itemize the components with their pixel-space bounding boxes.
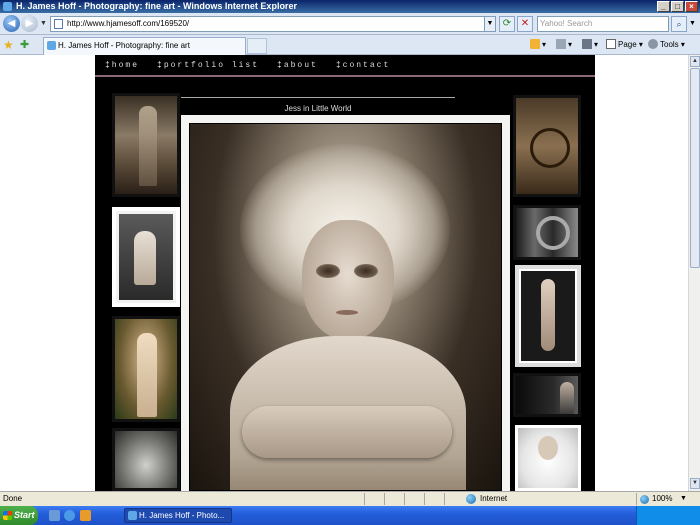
thumb-gear	[536, 216, 570, 250]
windows-flag-icon	[3, 511, 12, 520]
taskbar-window-label: H. James Hoff - Photo...	[139, 511, 225, 520]
main-photo-frame	[181, 115, 510, 491]
search-button[interactable]: ⌕	[671, 16, 687, 32]
stop-button[interactable]: ✕	[517, 16, 533, 32]
search-options-icon[interactable]: ▼	[689, 20, 696, 27]
nav-divider	[95, 75, 595, 77]
globe-icon	[466, 494, 476, 504]
tools-menu-label: Tools	[660, 40, 679, 49]
photo-face	[302, 220, 394, 340]
scroll-up-icon[interactable]: ▲	[690, 56, 700, 67]
history-dropdown-icon[interactable]: ▼	[40, 20, 47, 27]
home-button[interactable]: ▾	[530, 39, 546, 51]
new-tab-button[interactable]	[247, 38, 267, 54]
photo-arms	[242, 406, 452, 458]
thumbnail-right-4[interactable]	[513, 373, 581, 417]
site-nav: ‡home ‡portfolio list ‡about ‡contact	[105, 61, 390, 73]
tab-page-icon	[47, 41, 56, 50]
page-menu-button[interactable]: Page ▾	[606, 39, 643, 51]
thumb-figure	[541, 279, 555, 351]
status-text: Done	[3, 494, 23, 503]
vertical-scrollbar[interactable]: ▲ ▼	[688, 55, 700, 491]
thumbnail-left-4[interactable]	[112, 428, 180, 491]
zoom-level[interactable]: 100%	[652, 492, 672, 506]
refresh-button[interactable]: ⟳	[499, 16, 515, 32]
favorites-star-icon[interactable]: ★	[3, 38, 14, 52]
quicklaunch-desktop-icon[interactable]	[49, 510, 60, 521]
thumbnail-left-1[interactable]	[112, 93, 180, 197]
site-container: ‡home ‡portfolio list ‡about ‡contact Je…	[95, 55, 595, 491]
close-button[interactable]: ×	[685, 1, 698, 12]
feeds-button[interactable]: ▾	[556, 39, 572, 51]
thumbnail-right-2[interactable]	[513, 205, 581, 260]
ie-icon	[3, 2, 12, 11]
tools-menu-button[interactable]: Tools ▾	[648, 39, 685, 51]
thumbnail-right-1[interactable]	[513, 95, 581, 197]
back-button[interactable]: ◀	[3, 15, 20, 32]
status-segment	[424, 493, 444, 505]
start-button[interactable]: Start	[0, 506, 38, 525]
status-segment	[444, 493, 464, 505]
address-toolbar: ◀ ▶ ▼ http://www.hjamesoff.com/169520/ ▼…	[0, 13, 700, 35]
thumb-figure	[560, 382, 574, 414]
zoom-dropdown-icon[interactable]: ▼	[680, 492, 687, 506]
page-viewport: ‡home ‡portfolio list ‡about ‡contact Je…	[0, 55, 688, 491]
address-input[interactable]: http://www.hjamesoff.com/169520/ ▼	[50, 16, 496, 32]
add-favorites-icon[interactable]: ✚	[20, 38, 29, 51]
thumbnail-right-5[interactable]	[515, 425, 581, 491]
tab-active[interactable]: H. James Hoff - Photography: fine art	[43, 37, 246, 55]
photo-eye-left	[316, 264, 340, 278]
thumbnail-left-2[interactable]	[112, 207, 180, 307]
zoom-globe-icon	[640, 495, 649, 504]
thumb-figure	[137, 333, 157, 417]
photo-title: Jess in Little World	[284, 104, 352, 113]
system-tray	[636, 506, 700, 525]
scroll-thumb[interactable]	[690, 68, 700, 268]
status-bar: Done Internet 100% ▼	[0, 491, 700, 506]
thumb-figure	[538, 436, 558, 460]
page-icon	[54, 19, 63, 29]
taskbar-window-button[interactable]: H. James Hoff - Photo...	[124, 508, 232, 523]
home-icon	[530, 39, 540, 49]
nav-home-link[interactable]: ‡home	[105, 61, 139, 73]
thumbnail-right-3[interactable]	[515, 265, 581, 367]
tab-bar: ★ ✚ H. James Hoff - Photography: fine ar…	[0, 35, 700, 55]
taskbar-ie-icon	[128, 511, 137, 520]
address-url: http://www.hjamesoff.com/169520/	[67, 19, 190, 28]
page-menu-icon	[606, 39, 616, 49]
nav-contact-link[interactable]: ‡contact	[336, 61, 390, 73]
gear-icon	[648, 39, 658, 49]
window-title-bar: H. James Hoff - Photography: fine art - …	[0, 0, 700, 13]
security-zone: Internet	[480, 494, 508, 503]
printer-icon	[582, 39, 592, 49]
taskbar: Start H. James Hoff - Photo...	[0, 506, 700, 525]
window-title: H. James Hoff - Photography: fine art - …	[16, 1, 297, 11]
thumbnail-left-3[interactable]	[112, 316, 180, 422]
nav-about-link[interactable]: ‡about	[277, 61, 318, 73]
start-label: Start	[14, 510, 35, 520]
address-dropdown-icon[interactable]: ▼	[484, 17, 495, 31]
scroll-down-icon[interactable]: ▼	[690, 478, 700, 489]
main-photo	[189, 123, 502, 491]
thumb-figure	[139, 106, 157, 186]
print-button[interactable]: ▾	[582, 39, 598, 51]
nav-portfolio-link[interactable]: ‡portfolio list	[157, 61, 259, 73]
status-segment	[384, 493, 404, 505]
title-rule	[181, 97, 455, 98]
status-segment	[404, 493, 424, 505]
page-menu-label: Page	[618, 40, 637, 49]
photo-mouth	[336, 310, 358, 315]
photo-eye-right	[354, 264, 378, 278]
minimize-button[interactable]: _	[657, 1, 670, 12]
quicklaunch-ie-icon[interactable]	[64, 510, 75, 521]
feeds-icon	[556, 39, 566, 49]
maximize-button[interactable]: □	[671, 1, 684, 12]
thumb-wheel	[530, 128, 570, 168]
thumb-figure	[134, 231, 156, 285]
status-segment	[364, 493, 384, 505]
forward-button[interactable]: ▶	[21, 15, 38, 32]
tab-label: H. James Hoff - Photography: fine art	[58, 41, 190, 50]
search-input[interactable]: Yahoo! Search	[537, 16, 669, 32]
quicklaunch-firefox-icon[interactable]	[80, 510, 91, 521]
